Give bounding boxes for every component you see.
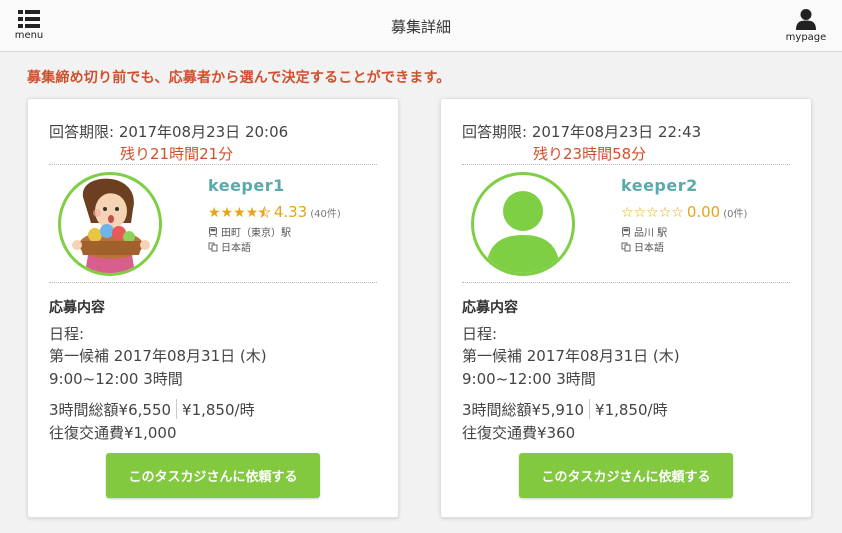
price-row: 3時間総額¥5,910 ¥1,850/時 [462,399,668,420]
star-full-icon: ★ [208,205,221,221]
star-full-icon: ★ [233,205,246,221]
request-keeper-button[interactable]: このタスカジさんに依頼する [106,453,320,498]
language-icon [621,242,631,251]
answer-deadline: 回答期限: 2017年08月23日 22:43 [462,123,702,141]
divider [49,282,377,283]
schedule-label: 日程: [462,325,498,343]
train-icon [622,226,630,237]
schedule-label: 日程: [49,325,85,343]
star-rating: ☆ ☆ ☆ ☆ ☆ [621,205,684,221]
star-full-icon: ★ [245,205,259,221]
nearest-station: 田町（東京）駅 [208,224,291,239]
transport-fee: 往復交通費¥360 [462,424,576,442]
rating-score: 4.33 [273,203,308,221]
star-empty-icon: ☆ [646,205,659,221]
star-full-icon: ★ [220,205,234,221]
train-icon [209,226,217,237]
star-half-icon: ★ [258,205,271,222]
applicant-card: 回答期限: 2017年08月23日 20:06 残り21時間21分 keeper… [27,98,399,518]
language-icon [208,242,218,251]
review-count: (0件) [723,209,748,220]
price-divider [589,399,591,419]
rating: ☆ ☆ ☆ ☆ ☆ 0.00 (0件) [621,203,747,221]
keeper-avatar[interactable] [471,172,575,276]
language-name: 日本語 [634,243,664,254]
star-empty-icon: ☆ [671,205,684,221]
rating: ★ ★ ★ ★ ★ 4.33 (40件) [208,203,341,221]
divider [462,164,790,165]
transport-fee: 往復交通費¥1,000 [49,424,177,442]
nearest-station: 品川 駅 [621,224,667,239]
star-rating: ★ ★ ★ ★ ★ [208,205,271,222]
divider [49,164,377,165]
mypage-button[interactable]: mypage [780,8,832,48]
time-slot: 9:00~12:00 3時間 [462,370,596,388]
applicant-card: 回答期限: 2017年08月23日 22:43 残り23時間58分 keeper… [440,98,812,518]
language-name: 日本語 [221,243,251,254]
hourly-price: ¥1,850/時 [595,401,668,419]
answer-deadline: 回答期限: 2017年08月23日 20:06 [49,123,289,141]
user-icon [796,9,816,30]
time-remaining: 残り23時間58分 [533,145,647,163]
station-name: 品川 駅 [634,228,668,239]
keeper-name-link[interactable]: keeper2 [621,176,698,195]
star-empty-icon: ☆ [633,205,647,221]
page-title: 募集詳細 [390,18,451,36]
language: 日本語 [208,239,251,254]
star-empty-icon: ☆ [658,205,672,221]
divider [462,282,790,283]
application-section-title: 応募内容 [49,300,105,316]
mypage-label: mypage [785,32,827,43]
star-empty-icon: ☆ [621,205,634,221]
request-keeper-button[interactable]: このタスカジさんに依頼する [519,453,733,498]
hourly-price: ¥1,850/時 [182,401,255,419]
review-count: (40件) [310,209,341,220]
time-slot: 9:00~12:00 3時間 [49,370,183,388]
application-section-title: 応募内容 [462,300,518,316]
rating-score: 0.00 [686,203,721,221]
keeper-avatar[interactable] [58,172,162,276]
notice-message: 募集締め切り前でも、応募者から選んで決定することができます。 [27,70,451,86]
station-name: 田町（東京）駅 [221,228,291,239]
top-header: menu 募集詳細 mypage [0,0,842,52]
housekeeper-illustration-icon [72,178,150,273]
language: 日本語 [621,239,664,254]
keeper-name-link[interactable]: keeper1 [208,176,285,195]
total-price: 3時間総額¥6,550 [49,401,172,419]
default-user-silhouette-icon [486,191,560,273]
first-choice-date: 第一候補 2017年08月31日 (木) [49,347,267,365]
price-row: 3時間総額¥6,550 ¥1,850/時 [49,399,255,420]
total-price: 3時間総額¥5,910 [462,401,585,419]
first-choice-date: 第一候補 2017年08月31日 (木) [462,347,680,365]
time-remaining: 残り21時間21分 [120,145,234,163]
price-divider [176,399,178,419]
